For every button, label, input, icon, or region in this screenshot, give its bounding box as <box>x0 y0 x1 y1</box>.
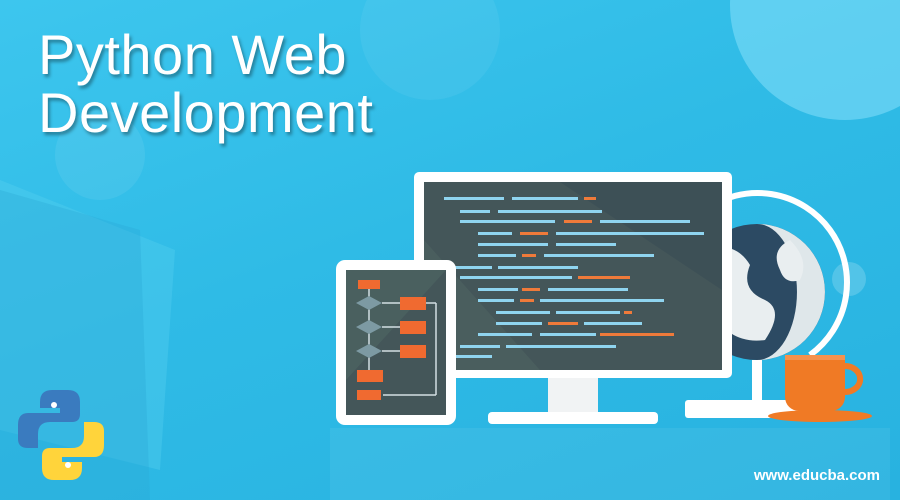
coffee-cup-icon <box>768 355 872 422</box>
title-line-1: Python Web <box>38 23 348 86</box>
tablet-icon <box>336 260 456 425</box>
banner: Python Web Development www.educba.com <box>0 0 900 500</box>
title-line-2: Development <box>38 81 374 144</box>
monitor-icon <box>414 172 732 424</box>
site-url: www.educba.com <box>753 467 880 484</box>
floor-reflection <box>330 428 890 500</box>
page-title: Python Web Development <box>38 26 373 142</box>
